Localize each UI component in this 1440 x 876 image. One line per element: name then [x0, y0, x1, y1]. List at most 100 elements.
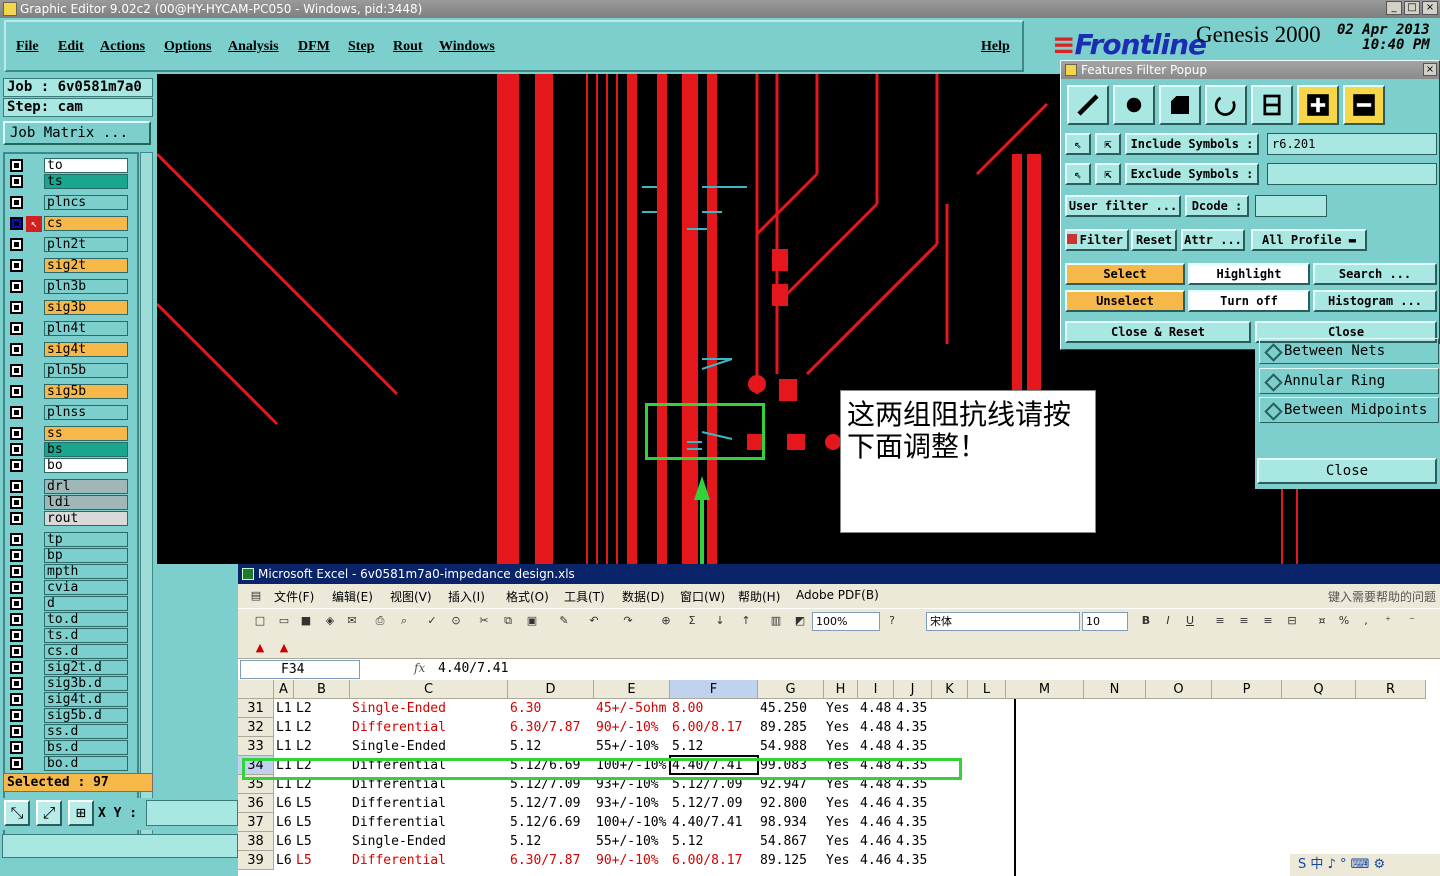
- cell-i36[interactable]: 4.46: [860, 794, 891, 813]
- layer-checkbox[interactable]: [10, 677, 23, 690]
- cell-j38[interactable]: 4.35: [896, 832, 927, 851]
- layer-checkbox[interactable]: [10, 661, 23, 674]
- cell-h36[interactable]: Yes: [826, 794, 849, 813]
- cell-f38[interactable]: 5.12: [672, 832, 703, 851]
- layer-name[interactable]: plnss: [44, 405, 128, 420]
- layer-name[interactable]: to.d: [44, 612, 128, 627]
- layer-row-sig5b[interactable]: sig5b: [8, 384, 130, 400]
- percent-icon[interactable]: %: [1336, 613, 1352, 629]
- layer-row-d[interactable]: d: [8, 596, 130, 612]
- layer-name[interactable]: ldi: [44, 495, 128, 510]
- layer-name[interactable]: pln2t: [44, 237, 128, 252]
- cell-a33[interactable]: L1: [276, 737, 292, 756]
- layer-row-sig2t-d[interactable]: sig2t.d: [8, 660, 130, 676]
- select-button[interactable]: Select: [1065, 263, 1185, 285]
- layer-name[interactable]: plncs: [44, 195, 128, 210]
- row-header-36[interactable]: 36: [238, 794, 274, 813]
- cell-f33[interactable]: 5.12: [672, 737, 703, 756]
- user-filter-button[interactable]: User filter ...: [1065, 195, 1181, 217]
- layer-name[interactable]: cvia: [44, 580, 128, 595]
- layer-name[interactable]: bo.d: [44, 756, 128, 771]
- annular-ring-item[interactable]: Annular Ring: [1259, 368, 1439, 394]
- font-select[interactable]: 宋体: [926, 612, 1080, 631]
- zoom-fit-icon[interactable]: ⤢: [36, 800, 62, 826]
- italic-icon[interactable]: I: [1160, 613, 1176, 629]
- save-icon[interactable]: ■: [298, 613, 314, 629]
- text-shape-icon[interactable]: [1251, 85, 1293, 125]
- zoom-select[interactable]: 100%: [812, 612, 880, 631]
- histogram-button[interactable]: Histogram ...: [1313, 290, 1437, 312]
- select-all-corner[interactable]: [238, 680, 274, 699]
- layer-checkbox[interactable]: [10, 645, 23, 658]
- layer-checkbox[interactable]: [10, 322, 23, 335]
- cell-h39[interactable]: Yes: [826, 851, 849, 870]
- layer-checkbox[interactable]: [10, 175, 23, 188]
- layer-checkbox[interactable]: [10, 280, 23, 293]
- layer-name[interactable]: ts.d: [44, 628, 128, 643]
- layer-name[interactable]: rout: [44, 511, 128, 526]
- excel-help-prompt[interactable]: 键入需要帮助的问题: [1328, 588, 1436, 605]
- layer-name[interactable]: ts: [44, 174, 128, 189]
- layer-name[interactable]: sig5b.d: [44, 708, 128, 723]
- pdf-mail-icon[interactable]: ▲: [276, 640, 292, 656]
- cell-d37[interactable]: 5.12/6.69: [510, 813, 580, 832]
- menu-actions[interactable]: Actions: [100, 39, 145, 55]
- align-right-icon[interactable]: ≡: [1260, 613, 1276, 629]
- cell-c31[interactable]: Single-Ended: [352, 699, 446, 718]
- layer-row-to-d[interactable]: to.d: [8, 612, 130, 628]
- column-header-m[interactable]: M: [1006, 680, 1084, 699]
- exclude-arrow2-icon[interactable]: ⇱: [1095, 163, 1121, 185]
- cell-f36[interactable]: 5.12/7.09: [672, 794, 742, 813]
- cell-g32[interactable]: 89.285: [760, 718, 807, 737]
- open-icon[interactable]: ▭: [276, 613, 292, 629]
- exclude-symbols-input[interactable]: [1267, 163, 1437, 185]
- cell-i37[interactable]: 4.46: [860, 813, 891, 832]
- column-header-a[interactable]: A: [274, 680, 294, 699]
- help-icon[interactable]: ?: [884, 613, 900, 629]
- positive-polarity-icon[interactable]: [1297, 85, 1339, 125]
- between-midpoints-item[interactable]: Between Midpoints: [1259, 397, 1439, 423]
- include-arrow2-icon[interactable]: ⇱: [1095, 133, 1121, 155]
- cell-f32[interactable]: 6.00/8.17: [672, 718, 742, 737]
- layer-row-sig5b-d[interactable]: sig5b.d: [8, 708, 130, 724]
- cell-e37[interactable]: 100+/-10%: [596, 813, 666, 832]
- cell-c38[interactable]: Single-Ended: [352, 832, 446, 851]
- layer-row-sig4t-d[interactable]: sig4t.d: [8, 692, 130, 708]
- cell-e38[interactable]: 55+/-10%: [596, 832, 659, 851]
- layer-row-sig3b[interactable]: sig3b: [8, 300, 130, 316]
- cell-f31[interactable]: 8.00: [672, 699, 703, 718]
- filter-checkbox-icon[interactable]: [1067, 234, 1077, 244]
- column-header-d[interactable]: D: [508, 680, 594, 699]
- cell-a38[interactable]: L6: [276, 832, 292, 851]
- unselect-button[interactable]: Unselect: [1065, 290, 1185, 312]
- turn-off-button[interactable]: Turn off: [1188, 290, 1310, 312]
- xmenu-edit[interactable]: 编辑(E): [332, 588, 373, 605]
- column-header-r[interactable]: R: [1356, 680, 1426, 699]
- xmenu-data[interactable]: 数据(D): [622, 588, 665, 605]
- cell-c33[interactable]: Single-Ended: [352, 737, 446, 756]
- layer-name[interactable]: bo: [44, 458, 128, 473]
- column-header-n[interactable]: N: [1084, 680, 1146, 699]
- cell-a37[interactable]: L6: [276, 813, 292, 832]
- menu-edit[interactable]: Edit: [58, 39, 84, 55]
- layer-checkbox[interactable]: [10, 533, 23, 546]
- cell-c39[interactable]: Differential: [352, 851, 446, 870]
- row-header-33[interactable]: 33: [238, 737, 274, 756]
- layer-name[interactable]: bs.d: [44, 740, 128, 755]
- mail-icon[interactable]: ✉: [344, 613, 360, 629]
- row-header-32[interactable]: 32: [238, 718, 274, 737]
- menu-windows[interactable]: Windows: [439, 39, 495, 55]
- cell-d32[interactable]: 6.30/7.87: [510, 718, 580, 737]
- layer-name[interactable]: sig4t.d: [44, 692, 128, 707]
- include-arrow-icon[interactable]: ⇖: [1065, 133, 1091, 155]
- popup-close-icon[interactable]: ×: [1423, 63, 1437, 76]
- format-painter-icon[interactable]: ✎: [556, 613, 572, 629]
- xmenu-view[interactable]: 视图(V): [390, 588, 432, 605]
- layer-checkbox[interactable]: [10, 613, 23, 626]
- print-icon[interactable]: ⎙: [372, 613, 388, 629]
- cell-j37[interactable]: 4.35: [896, 813, 927, 832]
- cell-a36[interactable]: L6: [276, 794, 292, 813]
- layer-row-bs-d[interactable]: bs.d: [8, 740, 130, 756]
- cell-j33[interactable]: 4.35: [896, 737, 927, 756]
- spelling-icon[interactable]: ✓: [424, 613, 440, 629]
